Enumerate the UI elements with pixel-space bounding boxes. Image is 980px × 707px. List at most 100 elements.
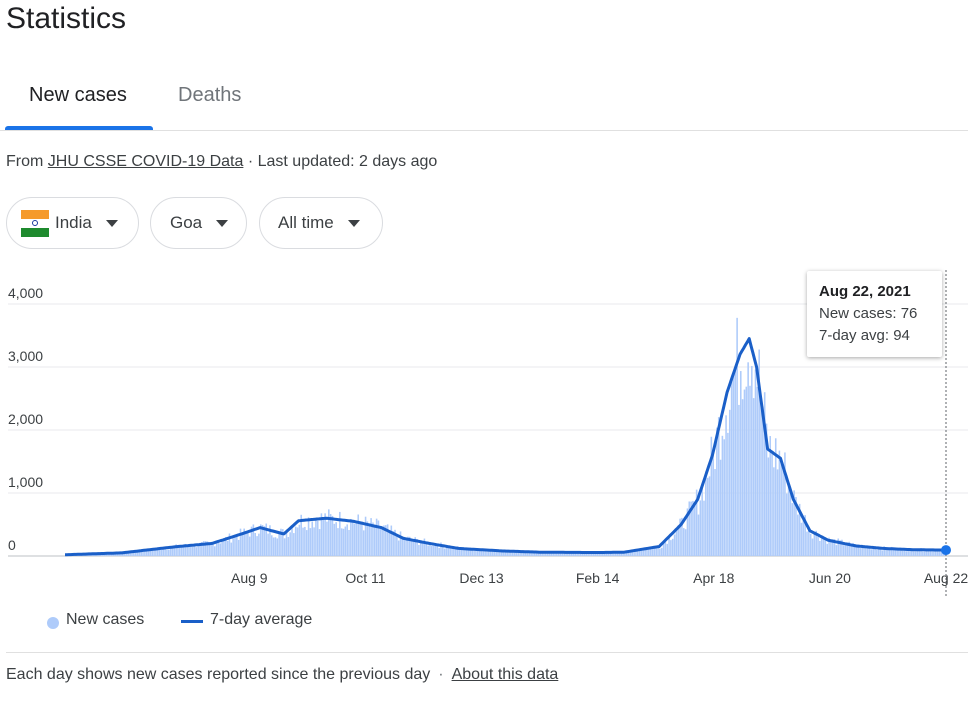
new-cases-bar xyxy=(294,526,297,556)
new-cases-bar xyxy=(876,549,878,556)
country-dropdown[interactable]: India xyxy=(6,197,139,249)
new-cases-bar xyxy=(451,548,453,556)
new-cases-bar xyxy=(309,528,312,556)
new-cases-bar xyxy=(719,459,722,556)
new-cases-bar xyxy=(436,545,439,556)
new-cases-bar xyxy=(381,527,383,556)
footer-divider xyxy=(6,652,968,653)
new-cases-bar xyxy=(741,399,744,556)
new-cases-bar xyxy=(366,521,369,556)
new-cases-bar xyxy=(736,317,738,556)
new-cases-bar xyxy=(443,548,446,556)
new-cases-bar xyxy=(905,551,908,556)
new-cases-bar xyxy=(195,547,198,556)
new-cases-bar xyxy=(728,409,731,556)
y-tick-label: 1,000 xyxy=(8,474,43,490)
new-cases-bar xyxy=(773,467,775,556)
new-cases-bar xyxy=(791,503,794,556)
new-cases-bar xyxy=(664,541,667,556)
new-cases-bar xyxy=(738,404,740,556)
new-cases-bar xyxy=(866,547,869,556)
new-cases-bar xyxy=(673,534,676,556)
new-cases-bar xyxy=(826,543,829,556)
new-cases-bar xyxy=(511,552,514,556)
new-cases-bar xyxy=(328,509,330,556)
new-cases-bar xyxy=(397,540,400,556)
new-cases-bar xyxy=(684,529,687,556)
tab-deaths[interactable]: Deaths xyxy=(178,84,241,107)
new-cases-bar xyxy=(353,523,356,556)
new-cases-bar xyxy=(651,549,654,556)
seven-day-average-line xyxy=(65,337,945,557)
new-cases-bar xyxy=(182,546,185,556)
new-cases-bar xyxy=(256,536,258,556)
region-dropdown[interactable]: Goa xyxy=(150,197,247,249)
x-tick-label: Aug 9 xyxy=(231,570,268,586)
new-cases-bar xyxy=(302,527,304,556)
about-data-link[interactable]: About this data xyxy=(452,666,559,683)
new-cases-bar xyxy=(427,545,429,556)
new-cases-bar xyxy=(348,530,350,556)
new-cases-bar xyxy=(843,545,845,556)
new-cases-bar xyxy=(274,537,277,556)
new-cases-bar xyxy=(854,546,856,556)
new-cases-bar xyxy=(879,549,882,556)
page-title: Statistics xyxy=(6,2,127,35)
new-cases-bar xyxy=(844,545,847,556)
new-cases-legend-swatch xyxy=(47,617,59,629)
new-cases-bar xyxy=(811,538,814,556)
new-cases-bar xyxy=(438,547,440,556)
new-cases-bar xyxy=(802,517,805,556)
new-cases-bar xyxy=(901,550,904,556)
new-cases-bar xyxy=(776,469,779,556)
new-cases-bar xyxy=(706,477,709,556)
new-cases-bar xyxy=(881,550,884,556)
new-cases-bar xyxy=(342,528,345,556)
new-cases-bar xyxy=(359,522,361,556)
new-cases-bar xyxy=(725,415,727,556)
highlight-point xyxy=(941,545,951,556)
new-cases-bar xyxy=(903,550,906,556)
new-cases-bar xyxy=(368,524,371,556)
chevron-down-icon xyxy=(216,219,229,227)
new-cases-bar xyxy=(197,546,199,556)
new-cases-bar xyxy=(756,386,759,556)
new-cases-bar xyxy=(923,551,926,556)
new-cases-bar xyxy=(806,531,808,556)
new-cases-bar xyxy=(326,521,328,556)
new-cases-bar xyxy=(230,542,233,556)
new-cases-bar xyxy=(714,469,716,556)
new-cases-bar xyxy=(237,539,240,556)
new-cases-bar xyxy=(212,543,214,556)
new-cases-bar xyxy=(912,551,915,556)
new-cases-bar xyxy=(780,462,783,556)
new-cases-bar xyxy=(213,546,216,556)
new-cases-bar xyxy=(362,530,365,556)
new-cases-bar xyxy=(191,546,194,556)
new-cases-bar xyxy=(835,545,838,556)
new-cases-bar xyxy=(447,548,450,556)
new-cases-bar xyxy=(361,524,363,556)
new-cases-bar xyxy=(699,500,702,556)
source-link[interactable]: JHU CSSE COVID-19 Data xyxy=(48,153,244,170)
new-cases-bar xyxy=(188,545,190,556)
new-cases-bar xyxy=(771,453,773,556)
new-cases-bar xyxy=(418,544,420,556)
range-dropdown[interactable]: All time xyxy=(259,197,383,249)
new-cases-bar xyxy=(372,522,374,556)
new-cases-bar xyxy=(190,546,192,556)
new-cases-bar xyxy=(767,457,770,556)
new-cases-bar xyxy=(712,449,714,556)
tab-new-cases[interactable]: New cases xyxy=(29,84,127,107)
new-cases-bar xyxy=(870,549,873,556)
new-cases-bar xyxy=(760,397,762,556)
tooltip-date: Aug 22, 2021 xyxy=(819,283,911,300)
new-cases-bar xyxy=(716,427,718,556)
new-cases-bar xyxy=(329,514,332,556)
new-cases-bar xyxy=(478,550,481,556)
new-cases-bar xyxy=(723,439,726,556)
x-tick-label: Feb 14 xyxy=(576,570,620,586)
new-cases-bar xyxy=(245,531,247,556)
new-cases-bar xyxy=(283,538,286,556)
new-cases-bar xyxy=(488,551,490,556)
